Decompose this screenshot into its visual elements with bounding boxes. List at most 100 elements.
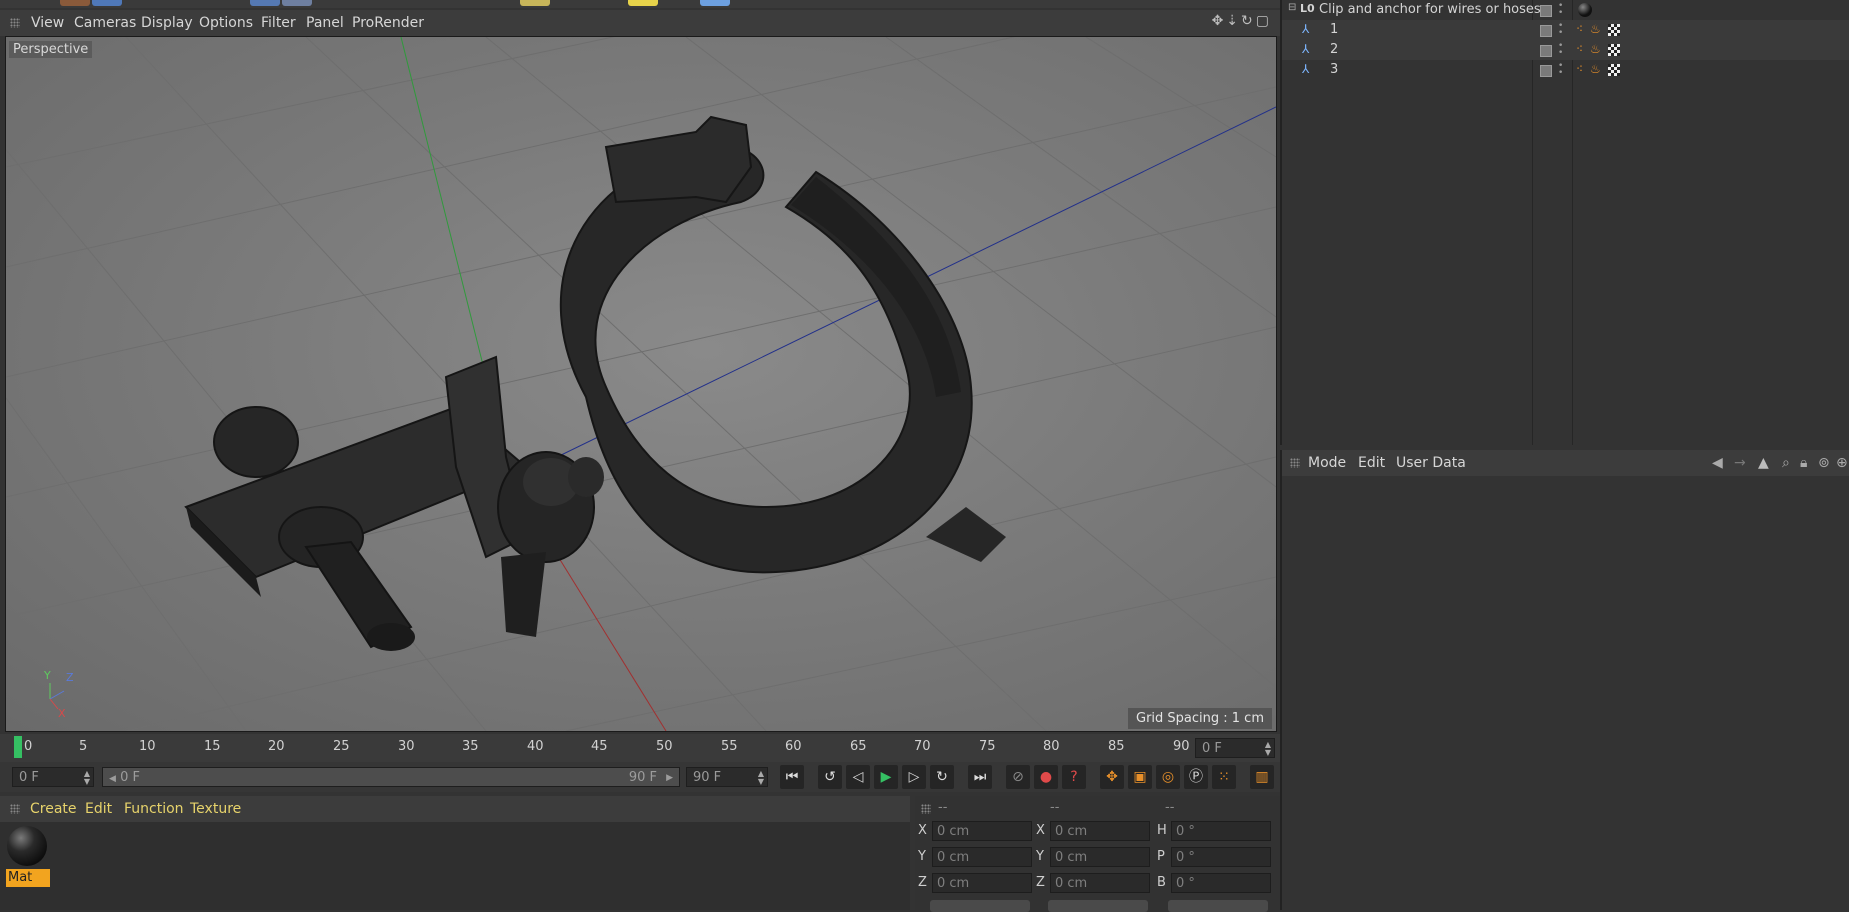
spinner-icon[interactable]: ▲ ▼ — [1265, 741, 1271, 757]
size-y-field[interactable]: 0 cm — [1050, 847, 1150, 867]
frame-range-slider[interactable]: ◀ 0 F 90 F ▶ — [102, 767, 680, 787]
menu-cameras[interactable]: Cameras — [74, 15, 136, 31]
pos-z-field[interactable]: 0 cm — [932, 873, 1032, 893]
menu-panel[interactable]: Panel — [306, 15, 344, 31]
next-frame-icon[interactable]: ▷ — [902, 765, 926, 789]
key-rotation-icon[interactable]: ◎ — [1156, 765, 1180, 789]
record-disabled-icon[interactable]: ⊘ — [1006, 765, 1030, 789]
menu-user-data[interactable]: User Data — [1396, 455, 1466, 471]
slider-left-arrow-icon[interactable]: ◀ — [109, 774, 116, 784]
perspective-viewport[interactable]: Perspective Y Z X Grid Spacing : 1 cm — [5, 36, 1277, 732]
menu-edit[interactable]: Edit — [85, 801, 112, 817]
menu-create[interactable]: Create — [30, 801, 77, 817]
edit-visibility-icon[interactable] — [1540, 65, 1552, 77]
texture-tag-icon[interactable] — [1608, 44, 1620, 56]
slider-right-arrow-icon[interactable]: ▶ — [666, 768, 673, 788]
object-row-2[interactable]: ⅄ 2 • • ⁖ ♨ — [1282, 40, 1849, 60]
next-key-icon[interactable]: ↻ — [930, 765, 954, 789]
material-tag-icon[interactable] — [1578, 3, 1592, 17]
rot-h-field[interactable]: 0 ° — [1171, 821, 1271, 841]
object-row-1[interactable]: ⅄ 1 • • ⁖ ♨ — [1282, 20, 1849, 40]
phong-tag-icon[interactable]: ♨ — [1590, 22, 1601, 36]
apply-button[interactable] — [1168, 900, 1268, 912]
maximize-view-icon[interactable]: ▢ — [1256, 13, 1272, 29]
menu-filter[interactable]: Filter — [261, 15, 296, 31]
toolbar-button[interactable] — [700, 0, 730, 6]
record-active-icon[interactable]: ● — [1034, 765, 1058, 789]
up-arrow-icon[interactable]: ▲ — [1758, 455, 1769, 471]
pos-y-field[interactable]: 0 cm — [932, 847, 1032, 867]
object-name[interactable]: 1 — [1330, 22, 1338, 37]
settings-icon[interactable]: ⊚ — [1818, 455, 1830, 471]
render-dots-icon[interactable]: • • — [1558, 2, 1563, 18]
timeline-window-icon[interactable]: ▥ — [1250, 765, 1274, 789]
pos-x-field[interactable]: 0 cm — [932, 821, 1032, 841]
toolbar-button[interactable] — [520, 0, 550, 6]
search-icon[interactable]: ⌕ — [1782, 455, 1790, 471]
back-arrow-icon[interactable]: ◀ — [1712, 455, 1723, 471]
autokey-icon[interactable]: ? — [1062, 765, 1086, 789]
spinner-icon[interactable]: ▲ ▼ — [84, 770, 90, 786]
previous-key-icon[interactable]: ↺ — [818, 765, 842, 789]
timeline-playhead[interactable] — [14, 736, 22, 758]
object-name[interactable]: Clip and anchor for wires or hoses — [1319, 2, 1541, 17]
menu-texture[interactable]: Texture — [190, 801, 241, 817]
menu-prorender[interactable]: ProRender — [352, 15, 424, 31]
menu-function[interactable]: Function — [124, 801, 184, 817]
polygon-tag-icon[interactable]: ⁖ — [1576, 42, 1583, 56]
menu-edit[interactable]: Edit — [1358, 455, 1385, 471]
phong-tag-icon[interactable]: ♨ — [1590, 42, 1601, 56]
size-z-field[interactable]: 0 cm — [1050, 873, 1150, 893]
toolbar-button[interactable] — [60, 0, 90, 6]
object-name[interactable]: 3 — [1330, 62, 1338, 77]
panel-grip-icon[interactable] — [921, 804, 931, 814]
texture-tag-icon[interactable] — [1608, 64, 1620, 76]
object-name[interactable]: 2 — [1330, 42, 1338, 57]
panel-grip-icon[interactable] — [1290, 458, 1300, 468]
collapse-icon[interactable]: ⊟ — [1288, 2, 1296, 13]
menu-mode[interactable]: Mode — [1308, 455, 1346, 471]
toolbar-button[interactable] — [92, 0, 122, 6]
clip-model[interactable] — [184, 115, 1006, 651]
polygon-tag-icon[interactable]: ⁖ — [1576, 62, 1583, 76]
panel-grip-icon[interactable] — [10, 804, 20, 814]
size-x-field[interactable]: 0 cm — [1050, 821, 1150, 841]
polygon-tag-icon[interactable]: ⁖ — [1576, 22, 1583, 36]
move-view-icon[interactable]: ✥ — [1212, 13, 1227, 29]
rot-p-field[interactable]: 0 ° — [1171, 847, 1271, 867]
coord-mode-dropdown[interactable] — [930, 900, 1030, 912]
key-point-icon[interactable]: ⁙ — [1212, 765, 1236, 789]
render-dots-icon[interactable]: • • — [1558, 22, 1563, 38]
render-dots-icon[interactable]: • • — [1558, 42, 1563, 58]
camera-label[interactable]: Perspective — [9, 41, 93, 58]
key-parameter-icon[interactable]: Ⓟ — [1184, 765, 1208, 789]
edit-visibility-icon[interactable] — [1540, 25, 1552, 37]
rot-b-field[interactable]: 0 ° — [1171, 873, 1271, 893]
toolbar-button[interactable] — [628, 0, 658, 6]
coord-size-dropdown[interactable] — [1048, 900, 1148, 912]
render-dots-icon[interactable]: • • — [1558, 62, 1563, 78]
start-frame-field[interactable]: 0 F ▲ ▼ — [12, 767, 94, 787]
object-row-root[interactable]: ⊟ L0 Clip and anchor for wires or hoses … — [1282, 0, 1849, 20]
end-frame-field[interactable]: 90 F ▲ ▼ — [686, 767, 768, 787]
lock-icon[interactable]: 🔒︎ — [1800, 455, 1807, 471]
current-frame-field[interactable]: 0 F ▲ ▼ — [1195, 738, 1275, 758]
edit-visibility-icon[interactable] — [1540, 45, 1552, 57]
object-row-3[interactable]: ⅄ 3 • • ⁖ ♨ — [1282, 60, 1849, 80]
key-position-icon[interactable]: ✥ — [1100, 765, 1124, 789]
texture-tag-icon[interactable] — [1608, 24, 1620, 36]
go-to-end-icon[interactable]: ⏭ — [968, 765, 992, 789]
toolbar-button[interactable] — [250, 0, 280, 6]
viewport-nav-icons[interactable]: ✥⇣↻▢ — [1212, 13, 1272, 29]
menu-view[interactable]: View — [31, 15, 64, 31]
forward-arrow-icon[interactable]: → — [1734, 455, 1746, 471]
play-icon[interactable]: ▶ — [874, 765, 898, 789]
key-scale-icon[interactable]: ▣ — [1128, 765, 1152, 789]
phong-tag-icon[interactable]: ♨ — [1590, 62, 1601, 76]
edit-visibility-icon[interactable] — [1540, 5, 1552, 17]
timeline-ruler-bar[interactable]: 0 5 10 15 20 25 30 35 40 45 50 55 60 65 … — [0, 734, 1280, 762]
previous-frame-icon[interactable]: ◁ — [846, 765, 870, 789]
panel-grip-icon[interactable] — [10, 18, 20, 28]
dolly-view-icon[interactable]: ⇣ — [1226, 13, 1241, 29]
material-name-label[interactable]: Mat — [6, 869, 50, 887]
